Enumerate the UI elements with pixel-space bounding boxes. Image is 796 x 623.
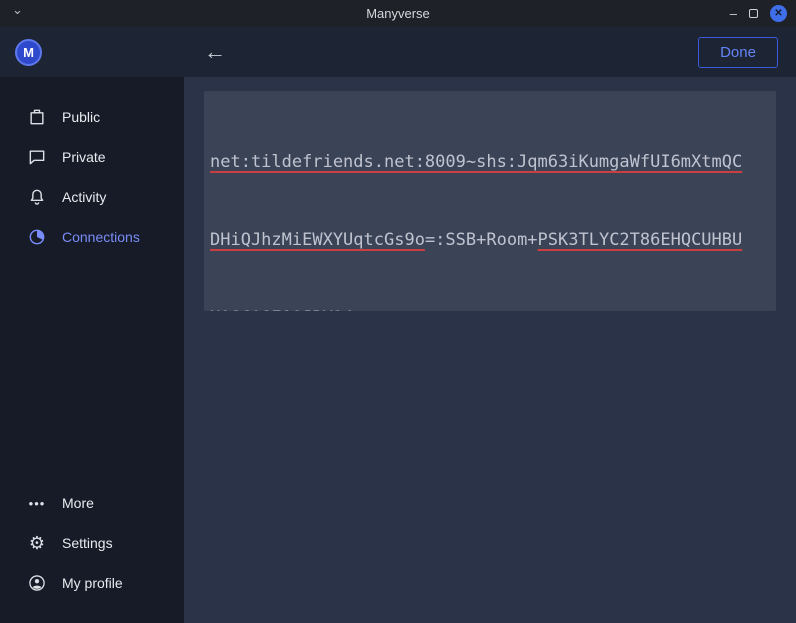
sidebar: Public Private Activity — [0, 77, 184, 623]
sidebar-item-label: Connections — [62, 229, 140, 245]
sidebar-item-label: Settings — [62, 535, 113, 551]
invite-code-textarea[interactable]: net:tildefriends.net:8009~shs:Jqm63iKumg… — [204, 91, 776, 311]
manyverse-logo: M — [15, 39, 42, 66]
sidebar-item-private[interactable]: Private — [0, 137, 184, 177]
sidebar-item-label: More — [62, 495, 94, 511]
invite-text-line: DHiQJhzMiEWXYUqtcGs9o=:SSB+Room+PSK3TLYC… — [210, 227, 770, 253]
invite-text-segment: = — [353, 308, 363, 311]
invite-text-segment: HASCASE18JBV24 — [210, 308, 353, 311]
sidebar-item-label: My profile — [62, 575, 123, 591]
sidebar-item-more[interactable]: ••• More — [0, 483, 184, 523]
sidebar-item-my-profile[interactable]: My profile — [0, 563, 184, 603]
invite-text-segment: DHiQJhzMiEWXYUqtcGs9o — [210, 230, 425, 250]
bell-icon — [27, 187, 47, 207]
sidebar-item-settings[interactable]: ⚙ Settings — [0, 523, 184, 563]
connections-icon — [27, 227, 47, 247]
sidebar-item-public[interactable]: Public — [0, 97, 184, 137]
done-button[interactable]: Done — [698, 37, 778, 68]
os-titlebar: ⌄ Manyverse – ✕ — [0, 0, 796, 27]
main-content: net:tildefriends.net:8009~shs:Jqm63iKumg… — [184, 77, 796, 623]
restore-button[interactable] — [749, 9, 758, 18]
app-top-bar: M ← Done — [0, 27, 796, 77]
content-row: Public Private Activity — [0, 77, 796, 623]
gear-icon: ⚙ — [27, 533, 47, 553]
sidebar-item-label: Activity — [62, 189, 106, 205]
sidebar-spacer — [0, 257, 184, 483]
bulletin-board-icon — [27, 107, 47, 127]
sidebar-item-connections[interactable]: Connections — [0, 217, 184, 257]
back-arrow-icon[interactable]: ← — [204, 41, 226, 63]
close-button[interactable]: ✕ — [770, 5, 787, 22]
invite-text-segment: net:tildefriends.net:8009~shs:Jqm63iKumg… — [210, 152, 742, 172]
logo-area: M — [0, 39, 184, 66]
window-title: Manyverse — [0, 6, 796, 21]
sidebar-item-activity[interactable]: Activity — [0, 177, 184, 217]
invite-text-line: net:tildefriends.net:8009~shs:Jqm63iKumg… — [210, 149, 770, 175]
manyverse-window: ⌄ Manyverse – ✕ M ← Done Public — [0, 0, 796, 623]
minimize-button[interactable]: – — [730, 7, 737, 20]
window-menu-chevron-icon[interactable]: ⌄ — [12, 3, 23, 16]
invite-text-segment: PSK3TLYC2T86EHQCUHBU — [538, 230, 743, 250]
invite-text-line: HASCASE18JBV24= — [210, 305, 770, 311]
dots-horizontal-icon: ••• — [27, 493, 47, 513]
account-circle-icon — [27, 573, 47, 593]
sidebar-item-label: Public — [62, 109, 100, 125]
window-controls: – ✕ — [730, 0, 787, 27]
message-icon — [27, 147, 47, 167]
sidebar-item-label: Private — [62, 149, 106, 165]
invite-text-segment: =: — [425, 230, 445, 250]
invite-text-segment: SSB+Room+ — [445, 230, 537, 250]
